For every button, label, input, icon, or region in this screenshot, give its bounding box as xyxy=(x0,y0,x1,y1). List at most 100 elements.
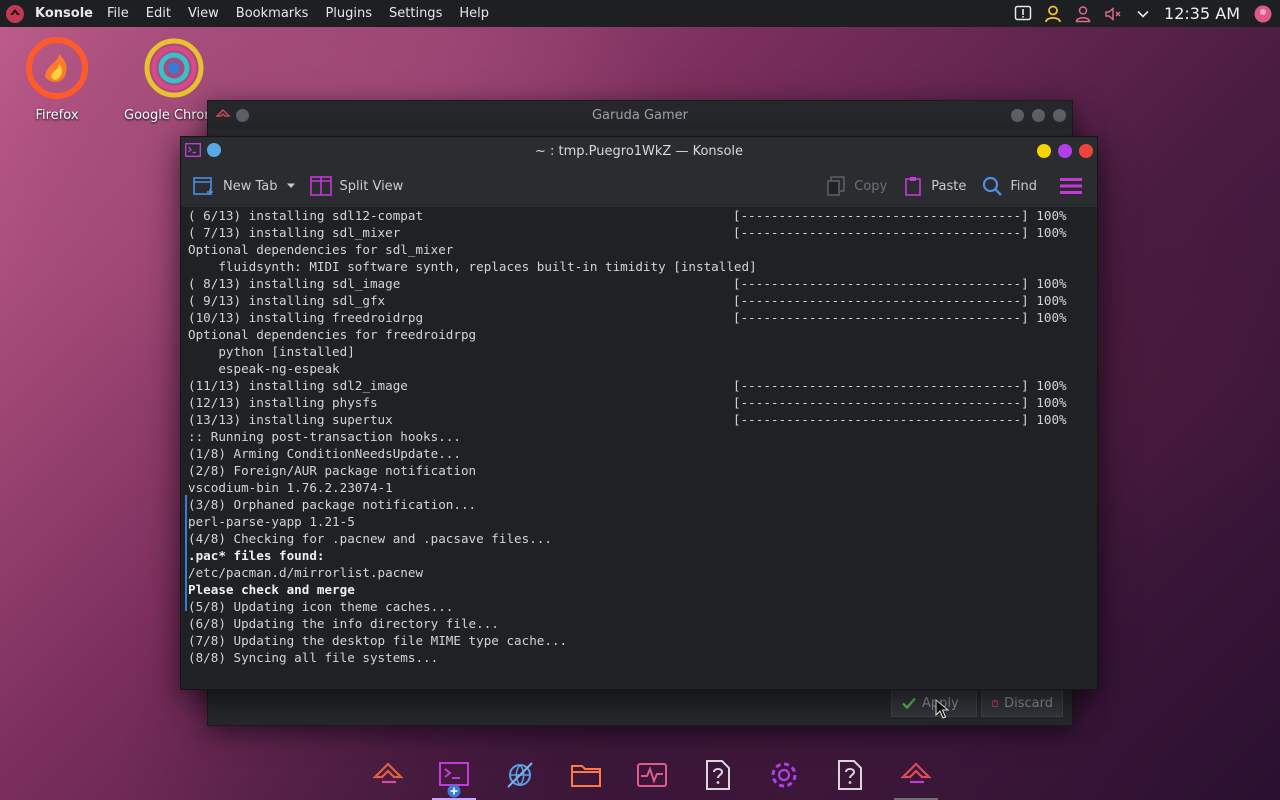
taskbar-unknown-app[interactable] xyxy=(696,750,740,800)
terminal-line: Optional dependencies for freedroidrpg xyxy=(188,327,477,342)
new-tab-button[interactable]: New Tab xyxy=(187,176,284,196)
progress-bar-text: [-------------------------------------] … xyxy=(733,208,1067,223)
globe-wrench-icon xyxy=(507,762,533,788)
terminal-line: (5/8) Updating icon theme caches... xyxy=(188,599,454,614)
konsole-app-icon xyxy=(185,143,201,157)
new-window-badge-icon xyxy=(447,784,461,798)
terminal-line: python [installed] xyxy=(188,344,355,359)
progress-bar-text: [-------------------------------------] … xyxy=(733,310,1067,325)
terminal-line: (12/13) installing physfs [--------------… xyxy=(188,394,1097,411)
discard-label: Discard xyxy=(1004,695,1053,711)
terminal-line: :: Running post-transaction hooks... xyxy=(188,429,461,444)
hamburger-menu-button[interactable] xyxy=(1053,176,1089,196)
copy-button[interactable]: Copy xyxy=(820,176,893,196)
terminal-line-text: (10/13) installing freedroidrpg xyxy=(188,310,424,325)
maximize-button[interactable] xyxy=(1058,144,1072,158)
trash-icon xyxy=(992,699,998,707)
garuda-gamer-titlebar[interactable]: Garuda Gamer xyxy=(208,101,1072,129)
konsole-window[interactable]: ~ : tmp.Puegro1WkZ — Konsole New Tab Spl… xyxy=(180,136,1098,690)
volume-muted-icon[interactable] xyxy=(1102,3,1124,25)
activity-monitor-icon xyxy=(637,763,667,787)
progress-bar-text: [-------------------------------------] … xyxy=(733,378,1067,393)
taskbar-settings[interactable] xyxy=(762,750,806,800)
terminal-line: ( 9/13) installing sdl_gfx [-------------… xyxy=(188,292,1097,309)
terminal-line: (13/13) installing supertux [------------… xyxy=(188,411,1097,428)
garuda-logo-icon xyxy=(372,762,404,784)
menu-settings[interactable]: Settings xyxy=(389,6,442,21)
close-button[interactable] xyxy=(1053,109,1066,122)
split-view-button[interactable]: Split View xyxy=(304,176,410,196)
taskbar-file-manager[interactable] xyxy=(564,750,608,800)
taskbar-garuda-gamer[interactable] xyxy=(894,750,938,800)
garuda-logo-icon[interactable] xyxy=(4,3,26,25)
terminal-line: .pac* files found: xyxy=(188,548,325,563)
terminal-line: Optional dependencies for sdl_mixer xyxy=(188,242,454,257)
terminal-line-text: ( 8/13) installing sdl_image xyxy=(188,276,401,291)
taskbar xyxy=(355,750,949,800)
user-icon[interactable] xyxy=(1042,3,1064,25)
konsole-titlebar[interactable]: ~ : tmp.Puegro1WkZ — Konsole xyxy=(181,137,1097,165)
taskbar-konsole[interactable] xyxy=(432,750,476,800)
window-title: ~ : tmp.Puegro1WkZ — Konsole xyxy=(534,143,744,159)
discard-button[interactable]: Discard xyxy=(981,689,1063,717)
copy-label: Copy xyxy=(854,178,888,194)
menu-view[interactable]: View xyxy=(188,6,219,21)
menu-help[interactable]: Help xyxy=(459,6,489,21)
terminal-output[interactable]: ( 6/13) installing sdl12-compat [--------… xyxy=(181,207,1097,689)
konsole-toolbar: New Tab Split View Copy Paste Find xyxy=(181,165,1097,207)
minimize-button[interactable] xyxy=(1011,109,1024,122)
paste-icon xyxy=(905,177,922,196)
hamburger-menu-icon xyxy=(1060,178,1082,194)
apply-button[interactable]: Apply xyxy=(891,689,977,717)
menu-bookmarks[interactable]: Bookmarks xyxy=(236,6,309,21)
account-icon[interactable] xyxy=(1072,3,1094,25)
terminal-line: (11/13) installing sdl2_image [----------… xyxy=(188,377,1097,394)
paste-button[interactable]: Paste xyxy=(897,176,972,196)
terminal-line-text: ( 6/13) installing sdl12-compat xyxy=(188,208,424,223)
terminal-line-text: ( 9/13) installing sdl_gfx xyxy=(188,293,386,308)
taskbar-garuda-launcher[interactable] xyxy=(366,750,410,800)
terminal-line-text: (13/13) installing supertux xyxy=(188,412,393,427)
system-tray: 12:35 AM xyxy=(1008,0,1280,27)
active-app-name: Konsole xyxy=(35,6,93,21)
menu-plugins[interactable]: Plugins xyxy=(325,6,372,21)
terminal-line: (8/8) Syncing all file systems... xyxy=(188,650,439,665)
copy-icon xyxy=(827,176,846,196)
minimize-button[interactable] xyxy=(1037,144,1051,158)
chevron-down-icon[interactable] xyxy=(1132,3,1154,25)
pin-button[interactable] xyxy=(207,143,221,157)
notification-icon[interactable] xyxy=(1012,3,1034,25)
search-icon xyxy=(983,176,1003,196)
terminal-line: ( 7/13) installing sdl_mixer [-----------… xyxy=(188,224,1097,241)
garuda-logo-icon xyxy=(900,762,932,784)
desktop-icon-label: Firefox xyxy=(35,108,79,123)
new-tab-label: New Tab xyxy=(223,178,278,194)
terminal-line-text: ( 7/13) installing sdl_mixer xyxy=(188,225,401,240)
dropdown-arrow-icon xyxy=(286,183,295,188)
taskbar-network-tool[interactable] xyxy=(498,750,542,800)
checkmark-icon xyxy=(902,697,916,710)
menu-file[interactable]: File xyxy=(107,6,129,21)
clock[interactable]: 12:35 AM xyxy=(1164,4,1240,23)
pin-button[interactable] xyxy=(236,108,249,122)
taskbar-unknown-app[interactable] xyxy=(828,750,872,800)
terminal-line: vscodium-bin 1.76.2.23074-1 xyxy=(188,480,393,495)
progress-bar-text: [-------------------------------------] … xyxy=(733,225,1067,240)
find-button[interactable]: Find xyxy=(976,176,1043,196)
paste-label: Paste xyxy=(931,178,967,194)
new-tab-icon xyxy=(193,177,213,195)
terminal-line: ( 6/13) installing sdl12-compat [--------… xyxy=(188,207,1097,224)
taskbar-system-monitor[interactable] xyxy=(630,750,674,800)
user-avatar-icon[interactable] xyxy=(1252,3,1274,25)
terminal-line: (1/8) Arming ConditionNeedsUpdate... xyxy=(188,446,461,461)
selection-indicator xyxy=(185,495,187,611)
close-button[interactable] xyxy=(1079,144,1093,158)
desktop-icon-firefox[interactable]: Firefox xyxy=(7,36,107,123)
terminal-line: fluidsynth: MIDI software synth, replace… xyxy=(188,259,757,274)
new-tab-dropdown[interactable] xyxy=(284,182,298,190)
maximize-button[interactable] xyxy=(1032,109,1045,122)
chrome-icon xyxy=(144,38,204,98)
menu-edit[interactable]: Edit xyxy=(146,6,171,21)
terminal-line: perl-parse-yapp 1.21-5 xyxy=(188,514,355,529)
folder-icon xyxy=(571,765,601,787)
